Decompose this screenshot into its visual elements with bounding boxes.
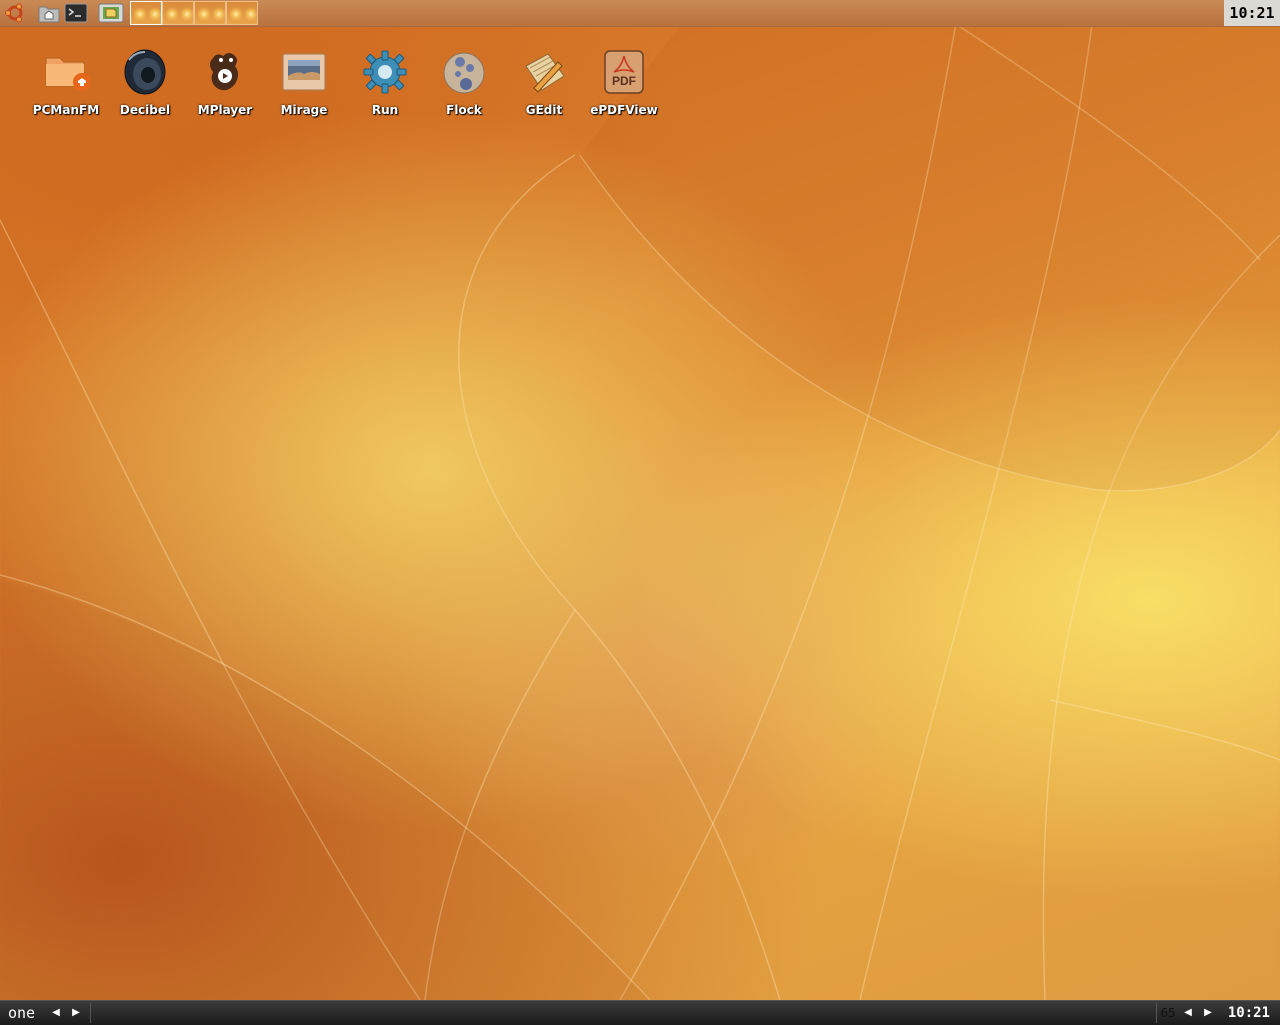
folder-home-icon [42,48,91,96]
workspace-name[interactable]: one [0,1003,44,1023]
desktop-icon-flock[interactable]: Flock [424,48,504,117]
desktop-icon-gedit[interactable]: GEdit [504,48,584,117]
desktop-icon-decibel[interactable]: Decibel [105,48,185,117]
image-icon [280,48,328,96]
flock-browser-icon [440,48,488,96]
desktop-icon-epdfview[interactable]: PDF ePDFView [584,48,664,117]
desktop-icon-mirage[interactable]: Mirage [264,48,344,117]
pager-desktop-4[interactable] [226,1,258,25]
pager-desktop-2[interactable] [162,1,194,25]
desktop-icon-label: Decibel [119,103,171,117]
prev-workspace-arrow-icon[interactable]: ◀ [48,1003,64,1023]
home-folder-icon[interactable] [37,2,61,24]
mplayer-gnu-icon [201,48,249,96]
desktop-icon-run[interactable]: Run [345,48,425,117]
desktop-icon-label: GEdit [525,103,563,117]
desktop-icon-label: PCManFM [32,103,100,117]
pager-desktop-3[interactable] [194,1,226,25]
top-clock[interactable]: 10:21 [1224,0,1280,26]
desktop-icon-label: MPlayer [197,103,253,117]
svg-text:PDF: PDF [612,74,636,88]
top-panel: 10:21 [0,0,1280,27]
next-workspace-arrow-icon[interactable]: ▶ [68,1003,84,1023]
desktop-icon-pcmanfm[interactable]: PCManFM [26,48,106,117]
terminal-icon[interactable] [64,2,88,24]
wallpaper-curves [0,0,1280,1001]
gear-icon [361,48,409,96]
panel-number: 65 [1160,1006,1176,1020]
speaker-icon [121,48,169,96]
desktop-icon-label: Mirage [280,103,328,117]
panel-divider [1156,1003,1157,1023]
desktop-icon-mplayer[interactable]: MPlayer [185,48,265,117]
pdf-icon: PDF [600,48,648,96]
desktop-icon-label: Run [371,103,399,117]
ubuntu-menu-icon[interactable] [3,2,27,24]
desktop-pager[interactable] [130,1,258,25]
bottom-clock[interactable]: 10:21 [1228,1003,1270,1023]
bottom-panel: one ◀ ▶ 65 ◀ ▶ 10:21 [0,1000,1280,1025]
desktop-icon-label: Flock [446,103,482,117]
panel-divider [90,1003,91,1023]
prev-window-arrow-icon[interactable]: ◀ [1180,1003,1196,1023]
notepad-pencil-icon [520,48,568,96]
next-window-arrow-icon[interactable]: ▶ [1200,1003,1216,1023]
desktop-icon-label: ePDFView [590,103,658,117]
image-viewer-icon[interactable] [98,2,124,24]
pager-desktop-1[interactable] [130,1,162,25]
